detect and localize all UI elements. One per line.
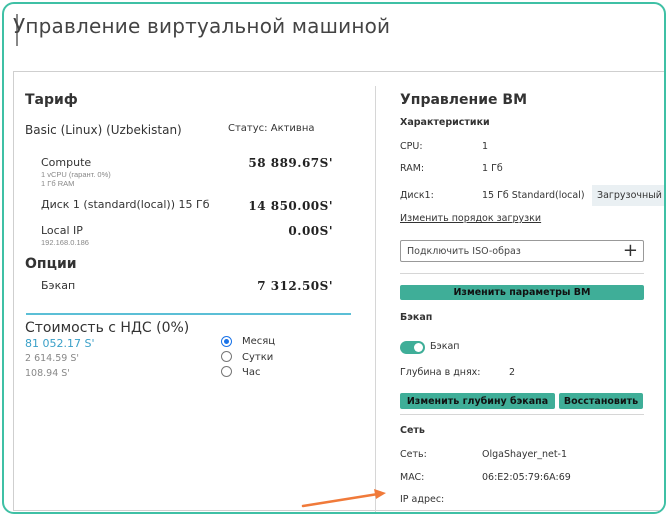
disk-label: Диск1: <box>400 190 434 201</box>
cpu-label: CPU: <box>400 141 423 152</box>
main-panel: Тариф Basic (Linux) (Uzbekistan) Статус:… <box>13 71 664 512</box>
change-backup-depth-button[interactable]: Изменить глубину бэкапа <box>400 393 555 409</box>
vm-divider <box>400 273 644 274</box>
period-day-radio[interactable] <box>221 351 232 362</box>
boot-disk-badge: Загрузочный <box>592 185 664 206</box>
tariff-item-disk-name: Диск 1 (standard(local)) 15 Гб <box>41 198 210 211</box>
period-month-label[interactable]: Месяц <box>242 336 275 347</box>
tariff-item-disk-price: 14 850.00S' <box>248 199 333 213</box>
ip-label: IP адрес: <box>400 494 445 505</box>
tariff-status: Статус: Активна <box>228 123 315 134</box>
vat-value-hour: 108.94 S' <box>25 368 70 379</box>
disk-value: 15 Гб Standard(local) <box>482 190 585 201</box>
boot-order-link[interactable]: Изменить порядок загрузки <box>400 213 541 224</box>
period-hour-label[interactable]: Час <box>242 367 260 378</box>
period-month-radio[interactable] <box>221 336 232 347</box>
backup-heading: Бэкап <box>400 312 433 323</box>
section-divider <box>26 313 351 315</box>
vat-value-day: 2 614.59 S' <box>25 353 79 364</box>
iso-select[interactable]: Подключить ISO-образ + <box>400 240 644 262</box>
tariff-item-ip-price: 0.00S' <box>288 224 333 238</box>
ram-label: RAM: <box>400 163 425 174</box>
backup-depth-value: 2 <box>509 367 516 378</box>
plus-icon[interactable]: + <box>623 240 638 261</box>
tariff-item-compute-name: Compute <box>41 156 92 169</box>
app-frame: Управление виртуальной машиной Тариф Bas… <box>2 2 666 514</box>
period-hour-radio[interactable] <box>221 366 232 377</box>
tariff-plan: Basic (Linux) (Uzbekistan) <box>25 123 182 137</box>
options-heading: Опции <box>25 256 77 272</box>
period-day-label[interactable]: Сутки <box>242 352 273 363</box>
restore-button[interactable]: Восстановить <box>559 393 643 409</box>
network-label: Сеть: <box>400 449 427 460</box>
mac-value: 06:E2:05:79:6A:69 <box>482 472 571 483</box>
vat-heading: Стоимость с НДС (0%) <box>25 320 190 336</box>
option-backup-price: 7 312.50S' <box>257 279 333 293</box>
annotation-arrow-icon <box>301 489 386 508</box>
backup-divider <box>400 414 644 415</box>
tariff-heading: Тариф <box>25 92 78 108</box>
tariff-item-compute-detail-1: 1 vCPU (гарант. 0%) <box>41 170 111 179</box>
page-title: Управление виртуальной машиной <box>13 14 391 38</box>
ram-value: 1 Гб <box>482 163 503 174</box>
column-divider <box>375 86 376 512</box>
vat-value-month: 81 052.17 S' <box>25 337 95 350</box>
network-heading: Сеть <box>400 425 425 436</box>
tariff-item-ip-name: Local IP <box>41 224 83 237</box>
backup-toggle-label: Бэкап <box>430 341 460 352</box>
change-vm-params-button[interactable]: Изменить параметры ВМ <box>400 285 644 300</box>
backup-toggle[interactable] <box>400 341 425 354</box>
option-backup-name: Бэкап <box>41 279 76 292</box>
tariff-item-ip-detail: 192.168.0.186 <box>41 238 89 247</box>
vm-heading: Управление ВМ <box>400 92 527 108</box>
network-value: OlgaShayer_net-1 <box>482 449 568 460</box>
iso-placeholder: Подключить ISO-образ <box>407 246 521 257</box>
tariff-item-compute-price: 58 889.67S' <box>248 156 333 170</box>
mac-label: MAC: <box>400 472 425 483</box>
tariff-item-compute-detail-2: 1 Гб RAM <box>41 179 75 188</box>
specs-heading: Характеристики <box>400 117 490 128</box>
backup-depth-label: Глубина в днях: <box>400 367 481 378</box>
cpu-value: 1 <box>482 141 489 152</box>
